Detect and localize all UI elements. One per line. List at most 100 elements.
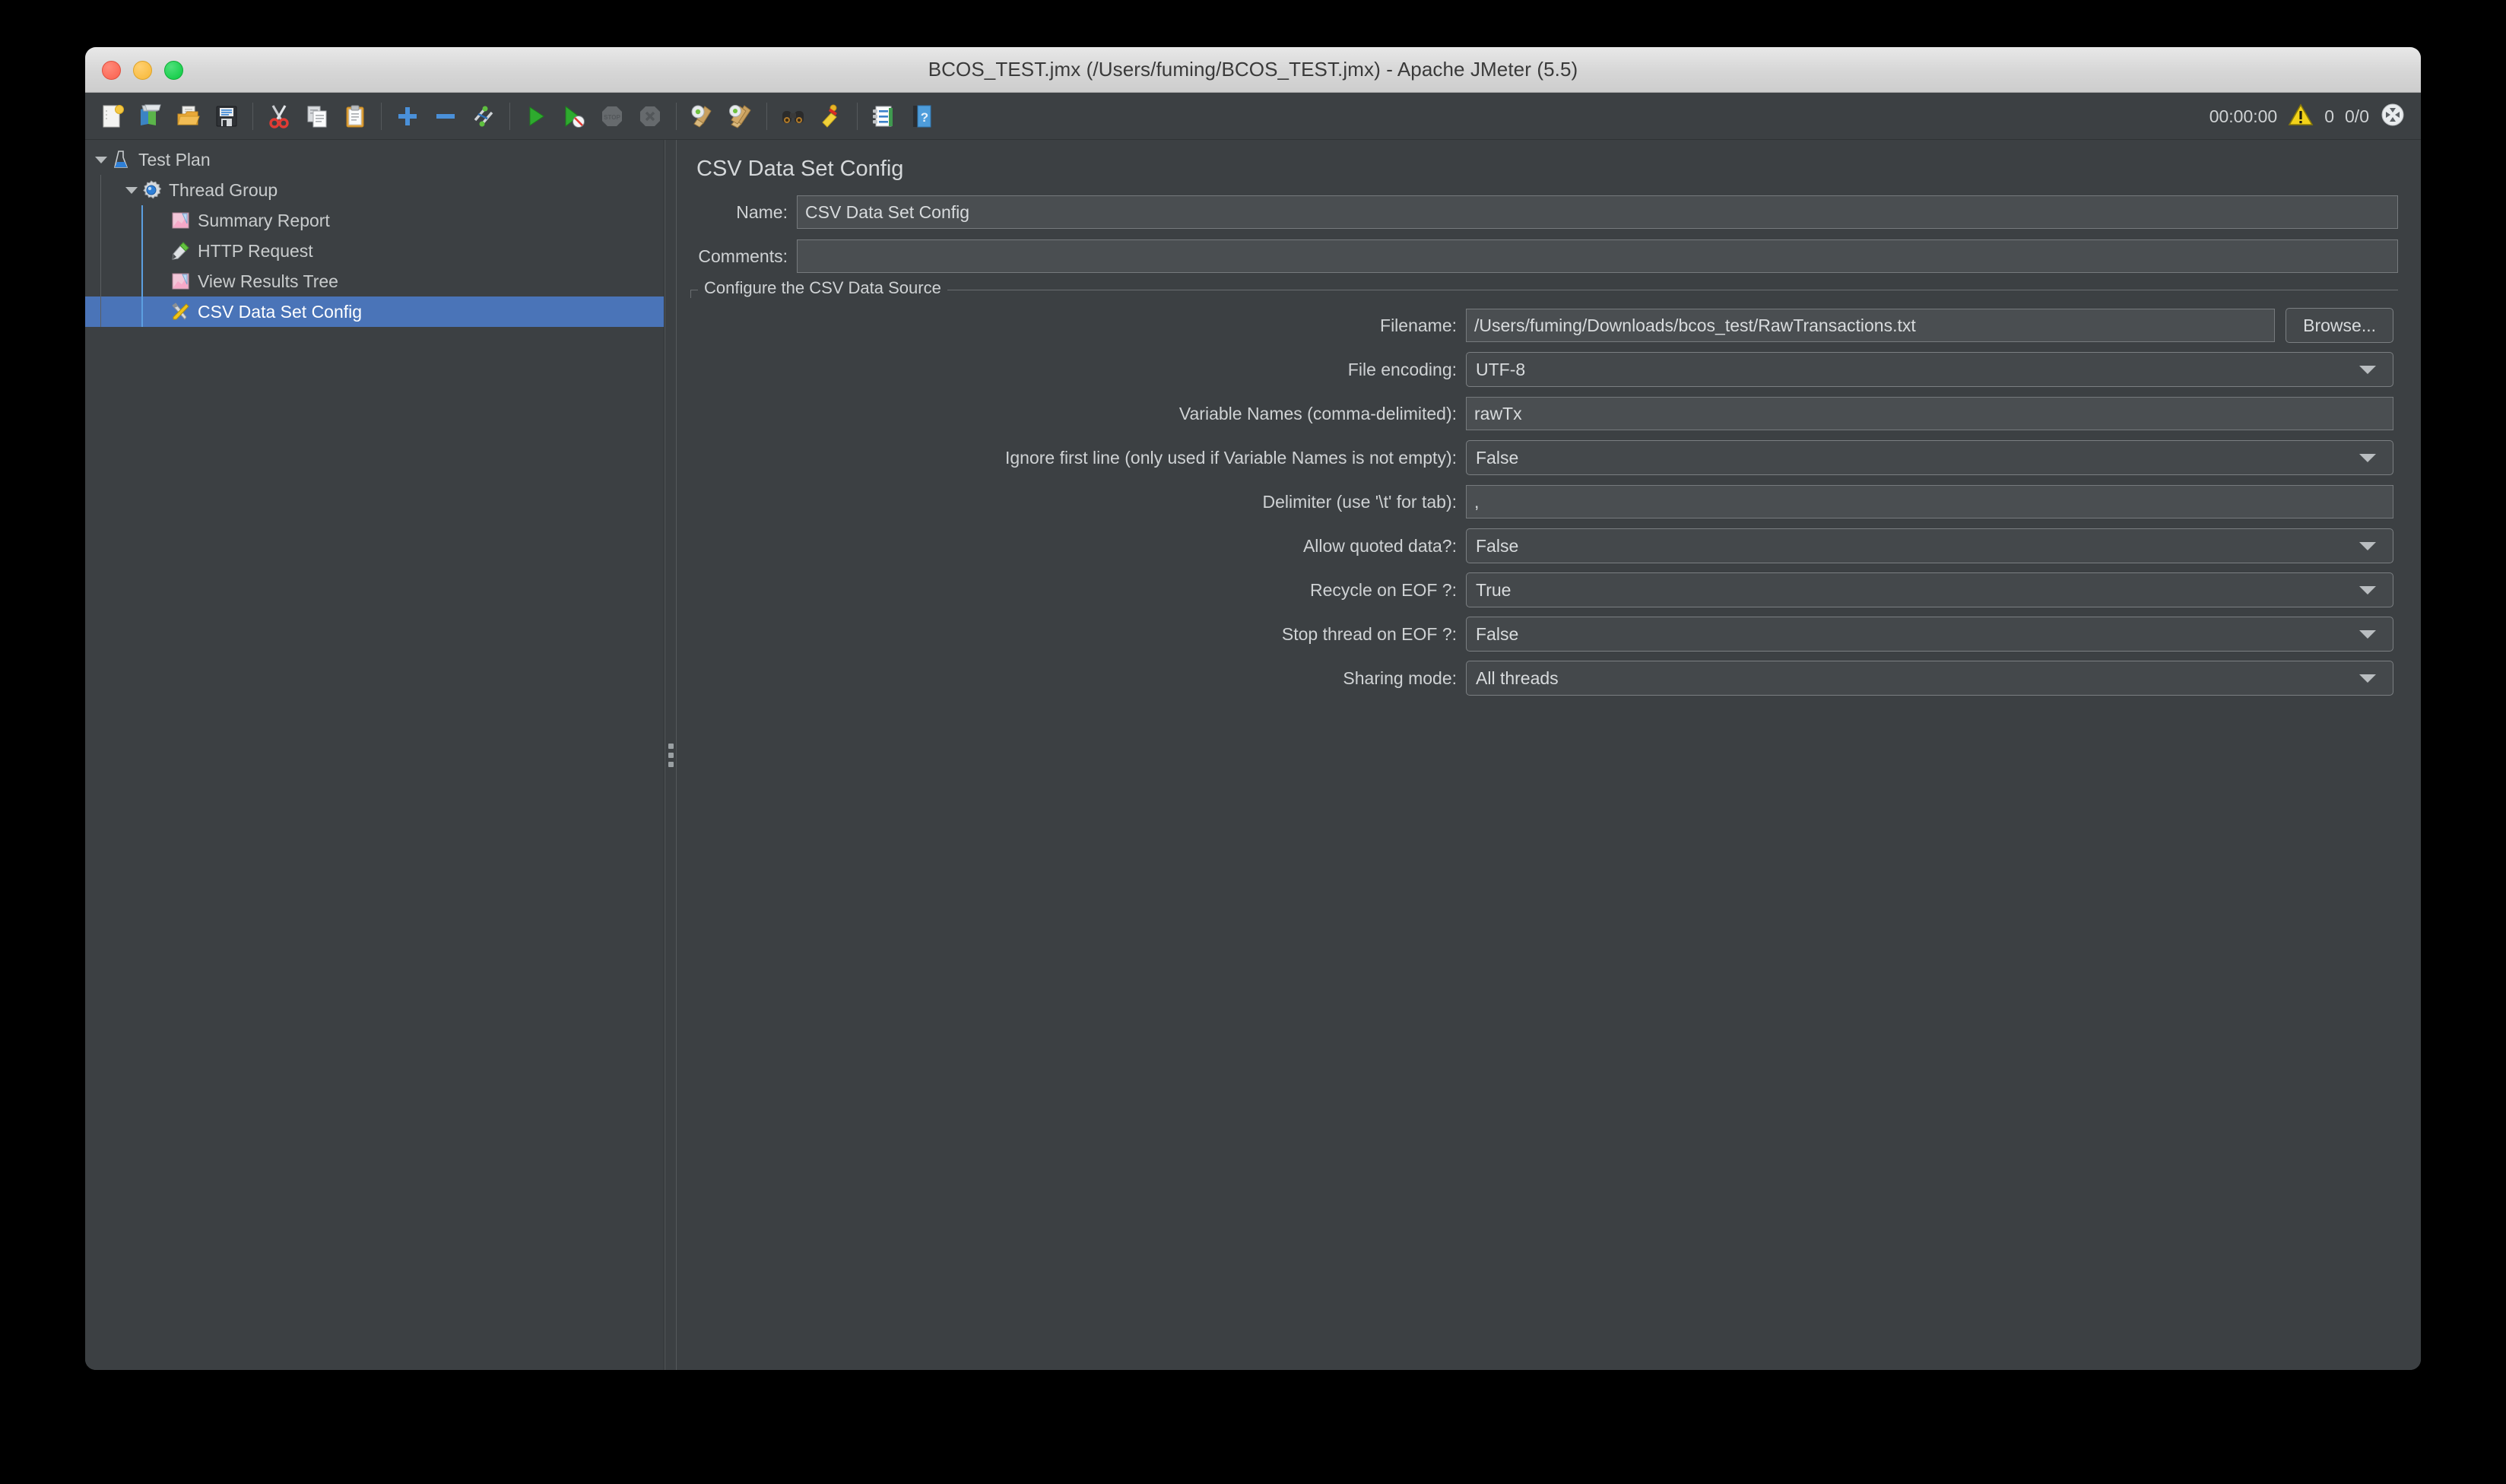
toolbar-separator [676, 102, 677, 130]
toolbar-group-help: ? [867, 100, 938, 133]
help-icon[interactable]: ? [905, 100, 938, 133]
open-icon[interactable] [172, 100, 205, 133]
stop-thread-on-eof-value: False [1476, 623, 1519, 644]
page-title: CSV Data Set Config [696, 157, 904, 181]
sharing-mode-value: All threads [1476, 667, 1559, 688]
stop-thread-on-eof-select[interactable]: False [1466, 617, 2393, 652]
warning-icon[interactable] [2288, 103, 2314, 130]
recycle-on-eof-select[interactable]: True [1466, 572, 2393, 607]
close-button[interactable] [102, 60, 121, 80]
chevron-down-icon[interactable] [2359, 629, 2376, 639]
clear-icon[interactable] [686, 100, 719, 133]
tree-item-view-results-tree[interactable]: View Results Tree [85, 266, 664, 296]
row-allow-quoted-data: Allow quoted data?: False [690, 528, 2393, 563]
tree-item-label: Summary Report [198, 210, 330, 230]
tree-item-label: View Results Tree [198, 271, 338, 291]
panel-splitter[interactable] [665, 140, 677, 1370]
tree-item-csv-data-set-config[interactable]: CSV Data Set Config [85, 296, 664, 327]
allow-quoted-data-select[interactable]: False [1466, 528, 2393, 563]
chevron-down-icon[interactable] [2359, 585, 2376, 595]
maximize-button[interactable] [164, 60, 183, 80]
comments-input[interactable] [797, 239, 2398, 273]
tree-item-label: HTTP Request [198, 240, 313, 261]
chevron-down-icon[interactable] [93, 151, 109, 168]
chevron-down-icon[interactable] [2359, 541, 2376, 550]
tree-item-test-plan[interactable]: Test Plan [85, 144, 664, 175]
window-controls [102, 47, 183, 93]
toolbar-separator [252, 102, 253, 130]
variable-names-label: Variable Names (comma-delimited): [1178, 403, 1457, 423]
sharing-mode-label: Sharing mode: [1343, 667, 1457, 688]
recycle-on-eof-value: True [1476, 579, 1512, 600]
toolbar-group-tree [391, 100, 500, 133]
sharing-mode-select[interactable]: All threads [1466, 661, 2393, 696]
stop-thread-on-eof-label: Stop thread on EOF ?: [1281, 623, 1457, 644]
delimiter-label: Delimiter (use '\t' for tab): [1262, 491, 1457, 512]
start-no-timers-icon[interactable] [557, 100, 591, 133]
function-helper-icon[interactable] [867, 100, 900, 133]
tree-guide-line [100, 175, 101, 205]
name-input[interactable]: CSV Data Set Config [797, 195, 2398, 229]
splitter-grip[interactable] [668, 743, 674, 767]
application-window: BCOS_TEST.jmx (/Users/fuming/BCOS_TEST.j… [85, 47, 2421, 1370]
chevron-down-icon[interactable] [2359, 453, 2376, 462]
chevron-down-icon[interactable] [2359, 674, 2376, 683]
ignore-first-line-select[interactable]: False [1466, 440, 2393, 475]
paste-icon[interactable] [338, 100, 372, 133]
tree-item-label: Test Plan [138, 149, 211, 170]
tree-item-thread-group[interactable]: Thread Group [85, 175, 664, 205]
toolbar-group-edit [262, 100, 372, 133]
filename-input[interactable]: /Users/fuming/Downloads/bcos_test/RawTra… [1466, 309, 2276, 342]
tree-guide-line [100, 205, 101, 236]
row-ignore-first-line: Ignore first line (only used if Variable… [690, 440, 2393, 475]
remote-status-icon[interactable] [2380, 102, 2406, 132]
group-legend: Configure the CSV Data Source [698, 278, 947, 298]
delimiter-input[interactable]: , [1466, 485, 2393, 518]
tree-item-http-request[interactable]: HTTP Request [85, 236, 664, 266]
reset-search-icon[interactable] [814, 100, 848, 133]
collapse-all-icon[interactable] [429, 100, 462, 133]
cut-icon[interactable] [262, 100, 296, 133]
expand-all-icon[interactable] [391, 100, 424, 133]
active-thread-count: 0/0 [2345, 106, 2369, 126]
tree-guide-line [100, 296, 101, 327]
comments-row: Comments: [690, 239, 2398, 273]
tree-item-summary-report[interactable]: Summary Report [85, 205, 664, 236]
tree-guide-line [100, 266, 101, 296]
name-label: Name: [736, 201, 788, 222]
title-bar: BCOS_TEST.jmx (/Users/fuming/BCOS_TEST.j… [85, 47, 2421, 93]
tree-guide-line-active [141, 266, 143, 296]
clear-all-icon[interactable] [724, 100, 757, 133]
copy-icon[interactable] [300, 100, 334, 133]
row-sharing-mode: Sharing mode: All threads [690, 661, 2393, 696]
browse-button[interactable]: Browse... [2286, 308, 2393, 343]
http-request-icon [169, 239, 192, 262]
templates-icon[interactable] [134, 100, 167, 133]
row-file-encoding: File encoding: UTF-8 [690, 352, 2393, 387]
tree-guide-line-active [141, 205, 143, 236]
chevron-down-icon[interactable] [2359, 365, 2376, 374]
elapsed-timer: 00:00:00 [2209, 106, 2278, 126]
main-body: Test Plan Thread Group Summary Report HT… [85, 140, 2421, 1370]
toolbar-status-area: 00:00:00 0 0/0 [2209, 93, 2406, 140]
test-plan-tree[interactable]: Test Plan Thread Group Summary Report HT… [85, 140, 665, 1370]
new-icon[interactable] [96, 100, 129, 133]
search-icon[interactable] [776, 100, 810, 133]
start-icon[interactable] [519, 100, 553, 133]
row-delimiter: Delimiter (use '\t' for tab): , [690, 485, 2393, 518]
minimize-button[interactable] [133, 60, 152, 80]
toolbar-group-file [96, 100, 243, 133]
variable-names-input[interactable]: rawTx [1466, 397, 2393, 430]
thread-group-icon [140, 179, 163, 201]
tree-guide-line-active [141, 296, 143, 327]
main-toolbar: STOP ? 00:00:00 0 0/0 [85, 93, 2421, 140]
csv-data-source-group: Configure the CSV Data Source Filename: … [690, 278, 2398, 696]
ignore-first-line-value: False [1476, 447, 1519, 468]
file-encoding-label: File encoding: [1347, 359, 1457, 379]
file-encoding-select[interactable]: UTF-8 [1466, 352, 2393, 387]
chevron-down-icon[interactable] [123, 182, 140, 198]
svg-text:?: ? [921, 110, 928, 125]
toggle-icon[interactable] [467, 100, 500, 133]
tree-item-label: CSV Data Set Config [198, 301, 363, 322]
save-icon[interactable] [210, 100, 243, 133]
